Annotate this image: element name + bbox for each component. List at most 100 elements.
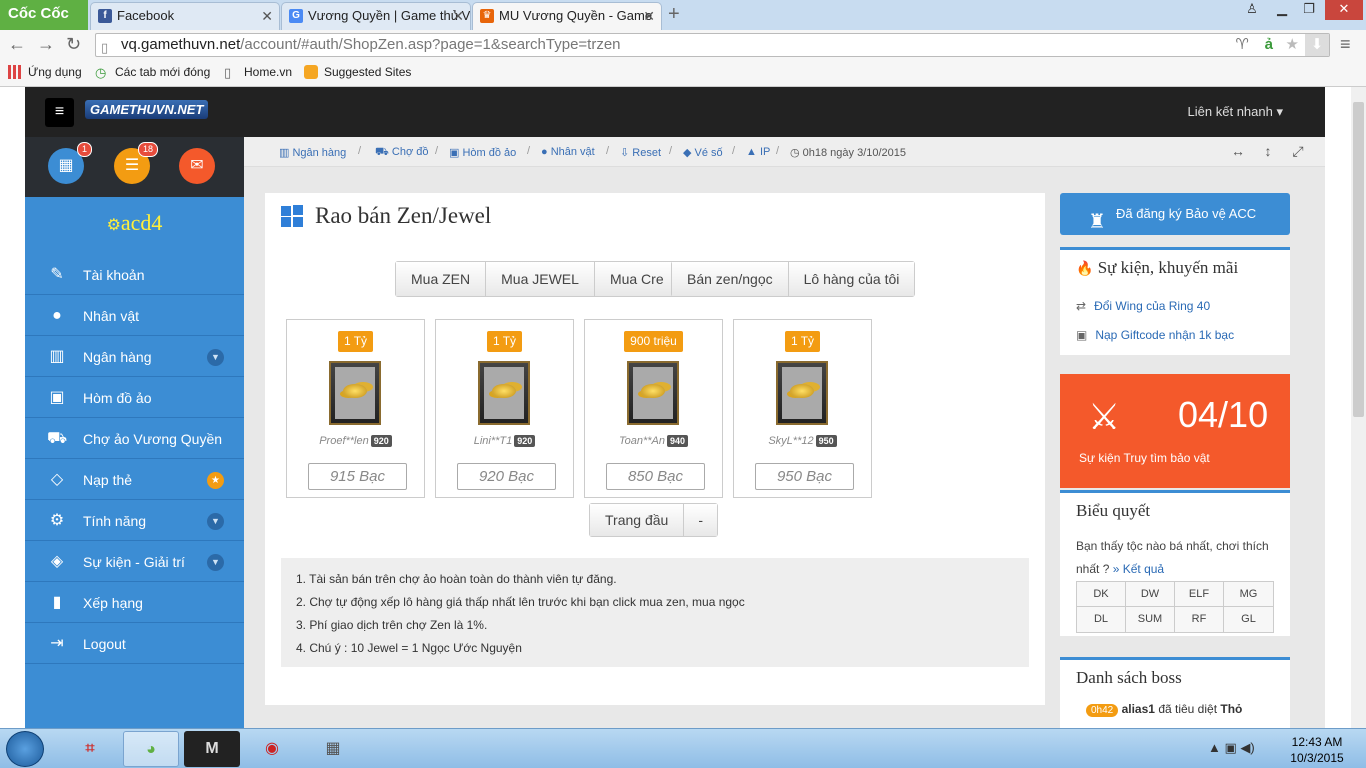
buy-cre-button[interactable]: Mua Cre: [594, 262, 679, 296]
vote-option[interactable]: GL: [1224, 607, 1273, 632]
start-button[interactable]: [6, 731, 44, 767]
close-icon[interactable]: ✕: [452, 3, 464, 29]
site-logo[interactable]: GAMETHUVN.NET: [85, 100, 209, 119]
google-icon: G: [289, 9, 303, 23]
vote-option[interactable]: MG: [1224, 582, 1273, 607]
note-item: 1. Tài sản bán trên chợ ảo hoàn toàn do …: [296, 572, 617, 586]
first-page-button[interactable]: Trang đầu: [590, 504, 685, 536]
system-tray[interactable]: ▲ ▣ ◀): [1208, 740, 1255, 756]
windows-taskbar: ⌗ ◕ M ◉ ▦ ▲ ▣ ◀) 12:43 AM 10/3/2015: [0, 728, 1366, 768]
treasure-hunt-panel[interactable]: ⚔ 04/10 Sự kiện Truy tìm bảo vật: [1060, 374, 1290, 488]
taskbar-app-calculator[interactable]: ▦: [305, 731, 361, 767]
scrollbar-thumb[interactable]: [1353, 102, 1364, 417]
vote-option[interactable]: ELF: [1175, 582, 1224, 607]
seller: SkyL**12 950: [734, 435, 871, 447]
buy-amount-button[interactable]: 850 Bạc: [606, 463, 705, 490]
taskbar-app-unikey[interactable]: ⌗: [62, 731, 118, 767]
fullscreen-icon[interactable]: ⤢: [1286, 143, 1310, 160]
taskbar-app-mu[interactable]: M: [184, 731, 240, 767]
close-icon[interactable]: ✕: [261, 3, 273, 29]
download-icon[interactable]: ⬇: [1305, 34, 1329, 56]
minimize-button[interactable]: ▁: [1268, 0, 1296, 20]
hamburger-menu-button[interactable]: ≡: [45, 98, 74, 127]
list-button[interactable]: ☰ 18: [114, 142, 158, 184]
sidebar-item-ranking[interactable]: ▮ Xếp hạng: [25, 583, 244, 623]
breadcrumb-lottery[interactable]: ◆ Vé số: [683, 146, 723, 159]
vote-option[interactable]: RF: [1175, 607, 1224, 632]
sidebar-item-bank[interactable]: ▥ Ngân hàng ▼: [25, 337, 244, 377]
sell-zen-button[interactable]: Bán zen/ngọc: [672, 262, 789, 296]
sidebar-item-character[interactable]: ● Nhân vật: [25, 296, 244, 336]
quick-links-dropdown[interactable]: Liên kết nhanh ▾: [1188, 104, 1283, 120]
maximize-button[interactable]: ❐: [1295, 0, 1323, 20]
star-icon[interactable]: ★: [1286, 34, 1299, 56]
zen-listing-card[interactable]: 1 Tỷ Lini**T1 920 920 Bạc: [435, 319, 574, 498]
breadcrumb-ip[interactable]: ▲ IP: [746, 146, 770, 158]
vote-title: Biểu quyết: [1076, 501, 1151, 520]
sidebar-item-features[interactable]: ⚙ Tính năng ▼: [25, 501, 244, 541]
sidebar-item-market[interactable]: ⛟ Chợ ảo Vương Quyền: [25, 419, 244, 459]
resize-vertical-icon[interactable]: ↕: [1256, 143, 1280, 159]
vote-result-link[interactable]: » Kết quả: [1113, 562, 1164, 576]
new-tab-button[interactable]: +: [668, 3, 680, 26]
taskbar-clock[interactable]: 12:43 AM 10/3/2015: [1287, 734, 1347, 766]
vote-option[interactable]: SUM: [1126, 607, 1175, 632]
zen-listing-card[interactable]: 900 triệu Toan**An 940 850 Bạc: [584, 319, 723, 498]
taskbar-app-coccoc[interactable]: ◕: [123, 731, 179, 767]
reload-icon[interactable]: ↻: [66, 34, 81, 55]
bookmark-apps[interactable]: Ứng dụng: [8, 65, 82, 79]
translate-icon[interactable]: ả: [1265, 34, 1273, 56]
key-icon[interactable]: ♈: [1236, 34, 1249, 56]
buy-amount-button[interactable]: 915 Bạc: [308, 463, 407, 490]
sidebar-item-account[interactable]: ✎ Tài khoản: [25, 255, 244, 295]
sidebar-item-virtual-chest[interactable]: ▣ Hòm đồ ảo: [25, 378, 244, 418]
vote-question: Bạn thấy tộc nào bá nhất, chơi thích nhấ…: [1076, 535, 1281, 581]
coccoc-logo[interactable]: Cốc Cốc: [0, 0, 88, 30]
chat-button[interactable]: ✉: [179, 148, 215, 184]
page-separator-button[interactable]: -: [684, 504, 717, 536]
breadcrumb-bank[interactable]: ▥ Ngân hàng: [279, 146, 346, 159]
sidebar-item-label: Nạp thẻ: [83, 472, 133, 488]
address-bar[interactable]: ▯ vq.gamethuvn.net/account/#auth/ShopZen…: [95, 33, 1330, 57]
price-badge: 1 Tỷ: [734, 331, 871, 352]
sidebar-item-events[interactable]: ◈ Sự kiện - Giải trí ▼: [25, 542, 244, 582]
profile-icon[interactable]: ♙: [1238, 0, 1266, 20]
bookmark-homevn[interactable]: ▯ Home.vn: [224, 65, 292, 80]
account-protection-button[interactable]: ♜ Đã đăng ký Bảo vệ ACC: [1060, 193, 1290, 235]
price-badge: 900 triệu: [585, 331, 722, 352]
bookmark-recent-tabs[interactable]: ◷ Các tab mới đóng: [95, 65, 210, 80]
buy-amount-button[interactable]: 920 Bạc: [457, 463, 556, 490]
taskbar-app-game[interactable]: ◉: [244, 731, 300, 767]
vote-option[interactable]: DL: [1077, 607, 1126, 632]
breadcrumb-reset[interactable]: ⇩ Reset: [620, 146, 661, 159]
page-scrollbar[interactable]: [1351, 87, 1366, 728]
buy-amount-button[interactable]: 950 Bạc: [755, 463, 854, 490]
back-icon[interactable]: ←: [8, 34, 26, 55]
resize-horizontal-icon[interactable]: ↔: [1226, 143, 1250, 159]
sidebar-item-logout[interactable]: ⇥ Logout: [25, 624, 244, 664]
bookmark-suggested[interactable]: Suggested Sites: [304, 65, 411, 79]
breadcrumb-label: Chợ đồ: [391, 146, 429, 158]
breadcrumb-market[interactable]: ⛟ Chợ đồ: [375, 146, 428, 160]
tab-mu-vuong-quyen[interactable]: ♛ MU Vương Quyền - Game ✕: [472, 2, 662, 30]
forward-icon[interactable]: →: [37, 34, 55, 55]
calendar-button[interactable]: ▦ 1: [48, 142, 92, 184]
breadcrumb-character[interactable]: ● Nhân vật: [541, 146, 595, 158]
menu-icon[interactable]: ≡: [1340, 34, 1351, 55]
gear-icon: ⚙: [106, 217, 121, 234]
my-lots-button[interactable]: Lô hàng của tôi: [788, 262, 915, 296]
window-close-button[interactable]: ✕: [1325, 0, 1363, 20]
close-icon[interactable]: ✕: [643, 3, 655, 29]
vote-option[interactable]: DK: [1077, 582, 1126, 607]
zen-listing-card[interactable]: 1 Tỷ Proef**len 920 915 Bạc: [286, 319, 425, 498]
event-link-wing[interactable]: ⇄ Đổi Wing của Ring 40: [1076, 299, 1210, 313]
breadcrumb-chest[interactable]: ▣ Hòm đồ ảo: [449, 146, 516, 159]
tab-vuong-quyen[interactable]: G Vương Quyền | Game thủ V ✕: [281, 2, 471, 30]
zen-listing-card[interactable]: 1 Tỷ SkyL**12 950 950 Bạc: [733, 319, 872, 498]
sidebar-item-topup[interactable]: ◇ Nạp thẻ ★: [25, 460, 244, 500]
event-link-giftcode[interactable]: ▣ Nạp Giftcode nhận 1k bạc: [1076, 328, 1234, 342]
vote-option[interactable]: DW: [1126, 582, 1175, 607]
buy-jewel-button[interactable]: Mua JEWEL: [486, 262, 595, 296]
buy-zen-button[interactable]: Mua ZEN: [396, 262, 487, 296]
tab-facebook[interactable]: f Facebook ✕: [90, 2, 280, 30]
